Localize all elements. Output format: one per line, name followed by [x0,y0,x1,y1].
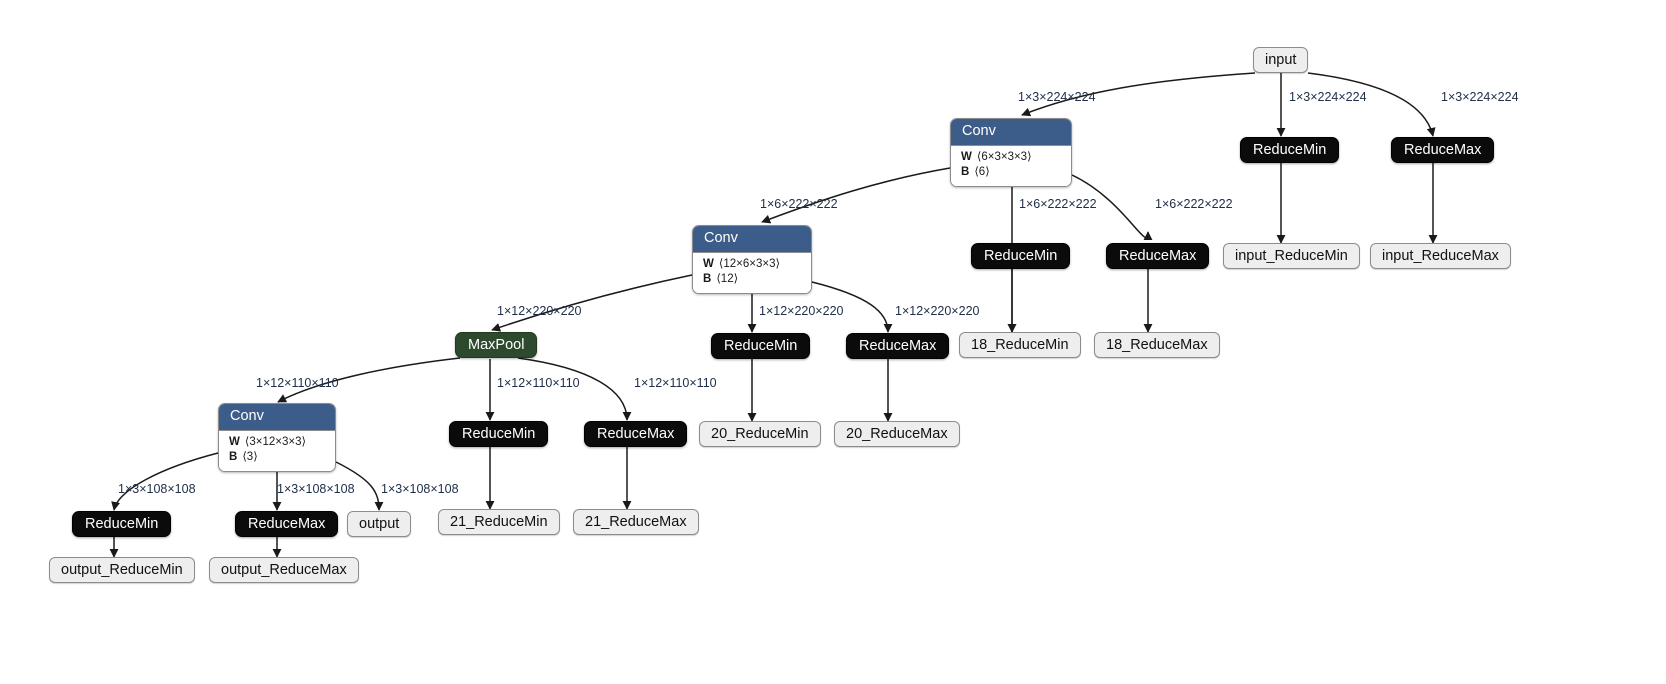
node-op-conv2-reducemax[interactable]: ReduceMax [846,333,950,359]
op-label: ReduceMin [85,516,159,532]
node-conv-3-param-b: B ⟨3⟩ [229,450,325,466]
node-op-maxpool-reducemin[interactable]: ReduceMin [449,421,549,447]
edge-label-maxpool-to-reducemin: 1×12×110×110 [497,376,580,390]
io-label: 18_ReduceMax [1106,337,1208,353]
node-conv-2-param-w: W ⟨12×6×3×3⟩ [703,257,801,273]
io-label: output_ReduceMin [61,562,183,578]
node-conv-1-param-w: W ⟨6×3×3×3⟩ [961,150,1061,166]
node-conv-3-param-w: W ⟨3×12×3×3⟩ [229,435,325,451]
op-label: ReduceMin [984,248,1058,264]
param-shape-w: ⟨3×12×3×3⟩ [244,435,306,448]
op-label: ReduceMin [462,426,536,442]
op-label: ReduceMax [1404,142,1482,158]
op-label: ReduceMax [859,338,937,354]
node-conv-3[interactable]: Conv W ⟨3×12×3×3⟩ B ⟨3⟩ [218,403,336,472]
edge-label-conv3-to-output: 1×3×108×108 [381,482,459,496]
op-label: ReduceMax [248,516,326,532]
op-label: ReduceMax [1119,248,1197,264]
node-conv-2-param-b: B ⟨12⟩ [703,272,801,288]
op-label: ReduceMin [724,338,798,354]
node-op-input-reducemin[interactable]: ReduceMin [1240,137,1340,163]
param-shape-b: ⟨6⟩ [974,166,990,179]
io-label: output [359,516,400,532]
param-name-b: B [961,166,970,179]
edge-label-conv2-to-reducemin: 1×12×220×220 [759,304,844,318]
node-io-21-reducemin-out[interactable]: 21_ReduceMin [438,509,560,535]
edge-input-to-reducemax [1307,72,1436,137]
param-name-w: W [229,435,240,448]
op-label: ReduceMin [1253,142,1327,158]
param-shape-w: ⟨12×6×3×3⟩ [718,257,780,270]
edge-label-input-to-reducemax: 1×3×224×224 [1441,90,1519,104]
param-shape-b: ⟨12⟩ [716,273,739,286]
io-label: 21_ReduceMin [450,514,548,530]
io-label: 18_ReduceMin [971,337,1069,353]
node-op-input-reducemax[interactable]: ReduceMax [1391,137,1495,163]
edge-label-conv1-to-conv2: 1×6×222×222 [760,197,838,211]
node-io-input-reducemin-out[interactable]: input_ReduceMin [1223,243,1360,269]
param-name-b: B [229,451,238,464]
node-io-input-reducemax-out[interactable]: input_ReduceMax [1370,243,1511,269]
edge-label-maxpool-to-reducemax: 1×12×110×110 [634,376,717,390]
op-label: ReduceMax [597,426,675,442]
node-io-21-reducemax-out[interactable]: 21_ReduceMax [573,509,699,535]
node-conv-1-param-b: B ⟨6⟩ [961,165,1061,181]
node-op-conv3-reducemax[interactable]: ReduceMax [235,511,339,537]
edge-conv2-to-maxpool [491,274,693,332]
node-op-maxpool-reducemax[interactable]: ReduceMax [584,421,688,447]
edge-label-input-to-conv1: 1×3×224×224 [1018,90,1096,104]
edge-label-conv1-to-reducemin: 1×6×222×222 [1019,197,1097,211]
node-conv-1[interactable]: Conv W ⟨6×3×3×3⟩ B ⟨6⟩ [950,118,1072,187]
io-label: input_ReduceMin [1235,248,1348,264]
onnx-graph-canvas: 1×3×224×224 1×3×224×224 1×3×224×224 1×6×… [0,0,1666,684]
node-maxpool[interactable]: MaxPool [455,332,538,358]
node-conv-3-title: Conv [219,404,335,430]
node-op-conv1-reducemax[interactable]: ReduceMax [1106,243,1210,269]
param-shape-b: ⟨3⟩ [242,451,258,464]
node-io-output[interactable]: output [347,511,412,537]
io-label: 20_ReduceMin [711,426,809,442]
node-io-output-reducemin-out[interactable]: output_ReduceMin [49,557,195,583]
node-input[interactable]: input [1253,47,1309,73]
io-label: input_ReduceMax [1382,248,1499,264]
node-op-conv1-reducemin[interactable]: ReduceMin [971,243,1071,269]
node-conv-2[interactable]: Conv W ⟨12×6×3×3⟩ B ⟨12⟩ [692,225,812,294]
param-shape-w: ⟨6×3×3×3⟩ [976,150,1032,163]
node-conv-2-body: W ⟨12×6×3×3⟩ B ⟨12⟩ [693,251,811,293]
param-name-w: W [703,257,714,270]
param-name-b: B [703,273,712,286]
node-io-18-reducemax-out[interactable]: 18_ReduceMax [1094,332,1220,358]
edge-label-input-to-reducemin: 1×3×224×224 [1289,90,1367,104]
io-label: 21_ReduceMax [585,514,687,530]
io-label: 20_ReduceMax [846,426,948,442]
node-io-20-reducemax-out[interactable]: 20_ReduceMax [834,421,960,447]
edge-label-maxpool-to-conv3: 1×12×110×110 [256,376,339,390]
node-maxpool-label: MaxPool [468,337,525,353]
edge-label-conv2-to-maxpool: 1×12×220×220 [497,304,582,318]
edge-label-conv1-to-reducemax: 1×6×222×222 [1155,197,1233,211]
node-conv-1-title: Conv [951,119,1071,145]
node-conv-1-body: W ⟨6×3×3×3⟩ B ⟨6⟩ [951,144,1071,186]
node-io-20-reducemin-out[interactable]: 20_ReduceMin [699,421,821,447]
node-conv-3-body: W ⟨3×12×3×3⟩ B ⟨3⟩ [219,429,335,471]
io-label: output_ReduceMax [221,562,347,578]
edge-label-conv2-to-reducemax: 1×12×220×220 [895,304,980,318]
node-io-output-reducemax-out[interactable]: output_ReduceMax [209,557,359,583]
param-name-w: W [961,150,972,163]
node-op-conv3-reducemin[interactable]: ReduceMin [72,511,172,537]
node-conv-2-title: Conv [693,226,811,252]
node-input-label: input [1265,52,1297,68]
edge-conv1-to-conv2 [761,167,951,224]
edge-label-conv3-to-reducemin: 1×3×108×108 [118,482,196,496]
edge-label-conv3-to-reducemax: 1×3×108×108 [277,482,355,496]
node-op-conv2-reducemin[interactable]: ReduceMin [711,333,811,359]
node-io-18-reducemin-out[interactable]: 18_ReduceMin [959,332,1081,358]
